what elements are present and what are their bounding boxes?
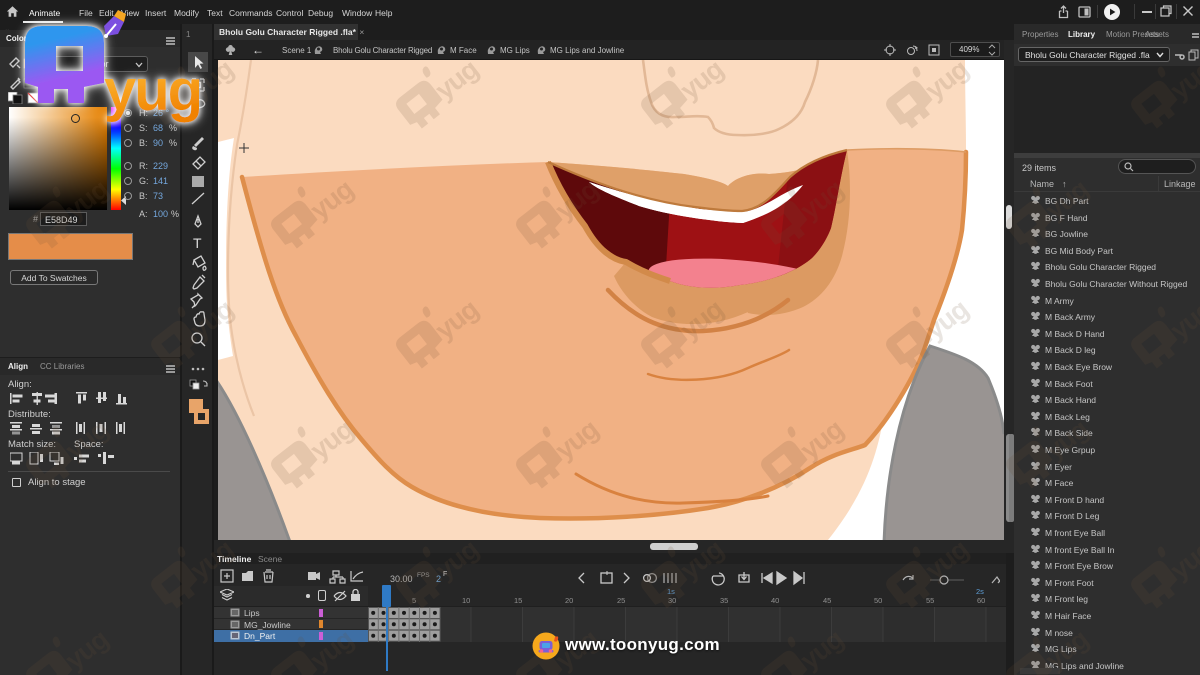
svg-text:T: T bbox=[193, 235, 202, 251]
